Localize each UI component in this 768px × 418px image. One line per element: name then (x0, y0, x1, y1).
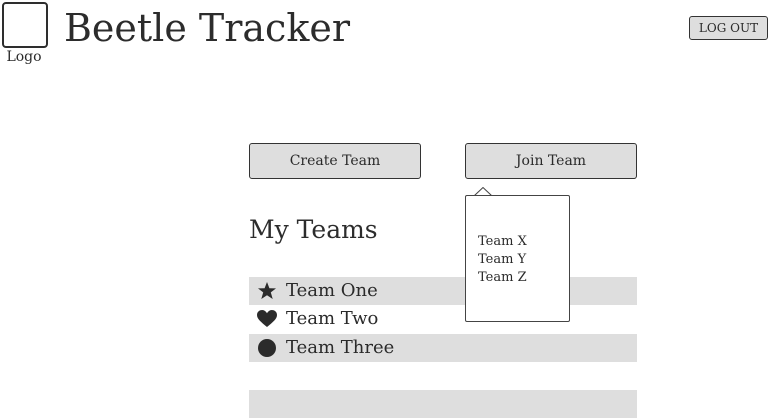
join-team-button[interactable]: Join Team (465, 143, 637, 179)
team-label: Team Three (286, 337, 395, 358)
join-team-popover: Team X Team Y Team Z (465, 195, 570, 322)
logo-label: Logo (6, 49, 42, 65)
join-option-team-z[interactable]: Team Z (478, 269, 527, 287)
logo-placeholder[interactable] (2, 2, 48, 48)
join-team-options: Team X Team Y Team Z (478, 233, 527, 287)
join-option-team-x[interactable]: Team X (478, 233, 527, 251)
team-row-two[interactable]: Team Two (249, 305, 637, 333)
empty-team-row (249, 390, 637, 418)
logout-button[interactable]: LOG OUT (689, 16, 768, 40)
team-label: Team One (286, 280, 378, 301)
app-title: Beetle Tracker (64, 6, 351, 50)
my-teams-heading: My Teams (249, 215, 378, 244)
circle-icon (257, 338, 277, 358)
page: Logo Beetle Tracker LOG OUT Create Team … (0, 0, 768, 418)
team-row-three[interactable]: Team Three (249, 334, 637, 362)
join-option-team-y[interactable]: Team Y (478, 251, 527, 269)
team-row-one[interactable]: Team One (249, 277, 637, 305)
team-label: Team Two (286, 308, 379, 329)
create-team-button[interactable]: Create Team (249, 143, 421, 179)
heart-icon (257, 309, 277, 329)
star-icon (257, 281, 277, 301)
